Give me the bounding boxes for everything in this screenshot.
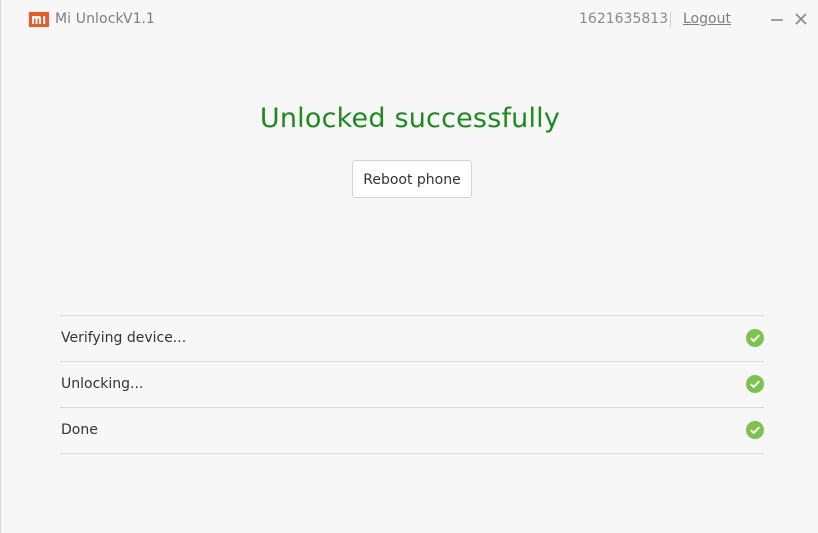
step-row: Verifying device... (60, 316, 764, 362)
step-label: Verifying device... (61, 330, 187, 346)
logout-link[interactable]: Logout (683, 11, 731, 27)
titlebar-divider (670, 12, 671, 28)
reboot-phone-button[interactable]: Reboot phone (352, 160, 472, 198)
status-headline: Unlocked successfully (259, 103, 561, 134)
mi-logo-icon (29, 12, 49, 27)
app-name: Mi Unlock (55, 11, 124, 27)
minimize-icon[interactable] (770, 12, 784, 26)
step-label: Unlocking... (61, 376, 144, 392)
step-row: Done (60, 408, 764, 454)
close-icon[interactable] (794, 12, 808, 26)
check-circle-icon (746, 421, 764, 439)
check-circle-icon (746, 375, 764, 393)
title-bar: Mi Unlock V1.1 1621635813 Logout (1, 0, 818, 40)
mi-unlock-window: Mi Unlock V1.1 1621635813 Logout Unlocke… (0, 0, 818, 533)
account-id: 1621635813 (579, 11, 669, 27)
check-circle-icon (746, 329, 764, 347)
progress-steps-list: Verifying device... Unlocking... Done (60, 315, 764, 454)
app-version: V1.1 (123, 11, 155, 27)
step-label: Done (61, 422, 98, 438)
step-row: Unlocking... (60, 362, 764, 408)
